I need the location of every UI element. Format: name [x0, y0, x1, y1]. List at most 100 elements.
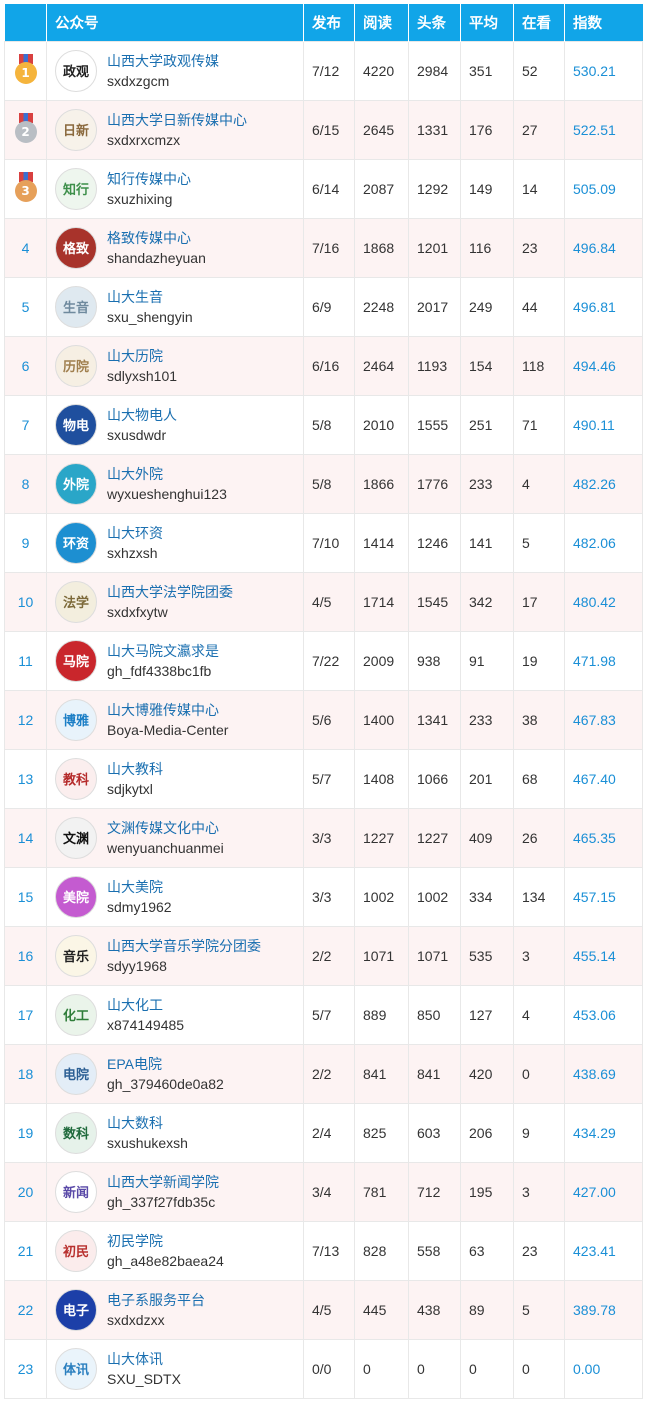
- account-cell[interactable]: 初民 初民学院 gh_a48e82baea24: [46, 1220, 304, 1281]
- account-cell[interactable]: 数科 山大数科 sxushukexsh: [46, 1102, 304, 1163]
- account-info[interactable]: 音乐 山西大学音乐学院分团委 sdyy1968: [55, 934, 303, 977]
- header-index[interactable]: 指数: [565, 4, 643, 41]
- account-avatar[interactable]: 生音: [55, 285, 97, 328]
- account-name-link[interactable]: 文渊传媒文化中心: [107, 818, 224, 838]
- account-info[interactable]: 文渊 文渊传媒文化中心 wenyuanchuanmei: [55, 816, 303, 859]
- table-row[interactable]: 20 新闻 山西大学新闻学院 gh_337f27fdb35c 3/4 781 712 195 3…: [4, 1161, 643, 1222]
- table-row[interactable]: 13 教科 山大教科 sdjkytxl 5/7 1408 1066 201 68 467.40: [4, 748, 643, 809]
- table-row[interactable]: 3 知行 知行传媒中心 sxuzhixing 6/14 2087 1292 149 14 505.…: [4, 158, 643, 219]
- account-name-link[interactable]: 山大教科: [107, 759, 163, 779]
- account-cell[interactable]: 生音 山大生音 sxu_shengyin: [46, 276, 304, 337]
- account-name-link[interactable]: 山西大学新闻学院: [107, 1172, 219, 1192]
- account-name-link[interactable]: 山大历院: [107, 346, 177, 366]
- account-avatar[interactable]: 教科: [55, 757, 97, 800]
- table-row[interactable]: 23 体讯 山大体讯 SXU_SDTX 0/0 0 0 0 0 0.00: [4, 1338, 643, 1399]
- account-name-link[interactable]: 格致传媒中心: [107, 228, 206, 248]
- table-row[interactable]: 21 初民 初民学院 gh_a48e82baea24 7/13 828 558 63 23 423…: [4, 1220, 643, 1281]
- account-info[interactable]: 教科 山大教科 sdjkytxl: [55, 757, 303, 800]
- account-cell[interactable]: 电子 电子系服务平台 sxdxdzxx: [46, 1279, 304, 1340]
- header-watching[interactable]: 在看: [513, 4, 565, 41]
- table-row[interactable]: 6 历院 山大历院 sdlyxsh101 6/16 2464 1193 154 118 494.4…: [4, 335, 643, 396]
- account-name-link[interactable]: 山大化工: [107, 995, 184, 1015]
- account-name-link[interactable]: 山大外院: [107, 464, 227, 484]
- account-info[interactable]: 新闻 山西大学新闻学院 gh_337f27fdb35c: [55, 1170, 303, 1213]
- account-avatar[interactable]: 体讯: [55, 1347, 97, 1390]
- account-cell[interactable]: 马院 山大马院文瀛求是 gh_fdf4338bc1fb: [46, 630, 304, 691]
- header-average[interactable]: 平均: [460, 4, 514, 41]
- account-cell[interactable]: 美院 山大美院 sdmy1962: [46, 866, 304, 927]
- account-avatar[interactable]: 法学: [55, 580, 97, 623]
- account-info[interactable]: 美院 山大美院 sdmy1962: [55, 875, 303, 918]
- account-info[interactable]: 化工 山大化工 x874149485: [55, 993, 303, 1036]
- account-name-link[interactable]: 知行传媒中心: [107, 169, 191, 189]
- account-avatar[interactable]: 物电: [55, 403, 97, 446]
- account-name-link[interactable]: 山大环资: [107, 523, 163, 543]
- account-avatar[interactable]: 政观: [55, 49, 97, 92]
- account-cell[interactable]: 化工 山大化工 x874149485: [46, 984, 304, 1045]
- account-name-link[interactable]: 山西大学法学院团委: [107, 582, 233, 602]
- account-avatar[interactable]: 新闻: [55, 1170, 97, 1213]
- account-cell[interactable]: 历院 山大历院 sdlyxsh101: [46, 335, 304, 396]
- account-cell[interactable]: 物电 山大物电人 sxusdwdr: [46, 394, 304, 455]
- table-row[interactable]: 22 电子 电子系服务平台 sxdxdzxx 4/5 445 438 89 5 389.78: [4, 1279, 643, 1340]
- account-avatar[interactable]: 外院: [55, 462, 97, 505]
- account-avatar[interactable]: 知行: [55, 167, 97, 210]
- account-avatar[interactable]: 日新: [55, 108, 97, 151]
- account-info[interactable]: 物电 山大物电人 sxusdwdr: [55, 403, 303, 446]
- account-info[interactable]: 初民 初民学院 gh_a48e82baea24: [55, 1229, 303, 1272]
- account-avatar[interactable]: 音乐: [55, 934, 97, 977]
- account-name-link[interactable]: 山西大学日新传媒中心: [107, 110, 247, 130]
- account-info[interactable]: 马院 山大马院文瀛求是 gh_fdf4338bc1fb: [55, 639, 303, 682]
- account-name-link[interactable]: 山大体讯: [107, 1349, 181, 1369]
- account-name-link[interactable]: 初民学院: [107, 1231, 224, 1251]
- account-name-link[interactable]: 山西大学音乐学院分团委: [107, 936, 261, 956]
- account-cell[interactable]: 外院 山大外院 wyxueshenghui123: [46, 453, 304, 514]
- account-avatar[interactable]: 数科: [55, 1111, 97, 1154]
- account-cell[interactable]: 格致 格致传媒中心 shandazheyuan: [46, 217, 304, 278]
- account-avatar[interactable]: 电院: [55, 1052, 97, 1095]
- account-info[interactable]: 历院 山大历院 sdlyxsh101: [55, 344, 303, 387]
- account-cell[interactable]: 法学 山西大学法学院团委 sxdxfxytw: [46, 571, 304, 632]
- account-name-link[interactable]: 山西大学政观传媒: [107, 51, 219, 71]
- account-cell[interactable]: 音乐 山西大学音乐学院分团委 sdyy1968: [46, 925, 304, 986]
- account-name-link[interactable]: 山大博雅传媒中心: [107, 700, 228, 720]
- account-avatar[interactable]: 电子: [55, 1288, 97, 1331]
- account-info[interactable]: 政观 山西大学政观传媒 sxdxzgcm: [55, 49, 303, 92]
- account-info[interactable]: 电院 EPA电院 gh_379460de0a82: [55, 1052, 303, 1095]
- table-row[interactable]: 18 电院 EPA电院 gh_379460de0a82 2/2 841 841 420 0 438…: [4, 1043, 643, 1104]
- table-row[interactable]: 10 法学 山西大学法学院团委 sxdxfxytw 4/5 1714 1545 342 17 48…: [4, 571, 643, 632]
- table-row[interactable]: 9 环资 山大环资 sxhzxsh 7/10 1414 1246 141 5 482.06: [4, 512, 643, 573]
- account-name-link[interactable]: 山大数科: [107, 1113, 188, 1133]
- account-avatar[interactable]: 文渊: [55, 816, 97, 859]
- table-row[interactable]: 12 博雅 山大博雅传媒中心 Boya-Media-Center 5/6 1400 1341…: [4, 689, 643, 750]
- account-avatar[interactable]: 环资: [55, 521, 97, 564]
- table-row[interactable]: 11 马院 山大马院文瀛求是 gh_fdf4338bc1fb 7/22 2009 938 91…: [4, 630, 643, 691]
- header-headline[interactable]: 头条: [408, 4, 461, 41]
- table-row[interactable]: 5 生音 山大生音 sxu_shengyin 6/9 2248 2017 249 44 496.8…: [4, 276, 643, 337]
- account-info[interactable]: 数科 山大数科 sxushukexsh: [55, 1111, 303, 1154]
- account-avatar[interactable]: 博雅: [55, 698, 97, 741]
- account-info[interactable]: 生音 山大生音 sxu_shengyin: [55, 285, 303, 328]
- account-name-link[interactable]: 电子系服务平台: [107, 1290, 205, 1310]
- account-avatar[interactable]: 初民: [55, 1229, 97, 1272]
- account-name-link[interactable]: EPA电院: [107, 1054, 224, 1074]
- account-avatar[interactable]: 格致: [55, 226, 97, 269]
- header-publish[interactable]: 发布: [303, 4, 355, 41]
- account-avatar[interactable]: 马院: [55, 639, 97, 682]
- account-name-link[interactable]: 山大生音: [107, 287, 193, 307]
- account-cell[interactable]: 政观 山西大学政观传媒 sxdxzgcm: [46, 40, 304, 101]
- account-cell[interactable]: 环资 山大环资 sxhzxsh: [46, 512, 304, 573]
- table-row[interactable]: 8 外院 山大外院 wyxueshenghui123 5/8 1866 1776 233 4 48…: [4, 453, 643, 514]
- table-row[interactable]: 15 美院 山大美院 sdmy1962 3/3 1002 1002 334 134 457.15: [4, 866, 643, 927]
- account-info[interactable]: 格致 格致传媒中心 shandazheyuan: [55, 226, 303, 269]
- account-info[interactable]: 法学 山西大学法学院团委 sxdxfxytw: [55, 580, 303, 623]
- account-info[interactable]: 外院 山大外院 wyxueshenghui123: [55, 462, 303, 505]
- account-cell[interactable]: 知行 知行传媒中心 sxuzhixing: [46, 158, 304, 219]
- account-name-link[interactable]: 山大物电人: [107, 405, 177, 425]
- account-info[interactable]: 电子 电子系服务平台 sxdxdzxx: [55, 1288, 303, 1331]
- table-row[interactable]: 4 格致 格致传媒中心 shandazheyuan 7/16 1868 1201 116 23 4…: [4, 217, 643, 278]
- table-row[interactable]: 16 音乐 山西大学音乐学院分团委 sdyy1968 2/2 1071 1071 535 3 45…: [4, 925, 643, 986]
- table-row[interactable]: 17 化工 山大化工 x874149485 5/7 889 850 127 4 453.06: [4, 984, 643, 1045]
- account-cell[interactable]: 日新 山西大学日新传媒中心 sxdxrxcmzx: [46, 99, 304, 160]
- account-cell[interactable]: 教科 山大教科 sdjkytxl: [46, 748, 304, 809]
